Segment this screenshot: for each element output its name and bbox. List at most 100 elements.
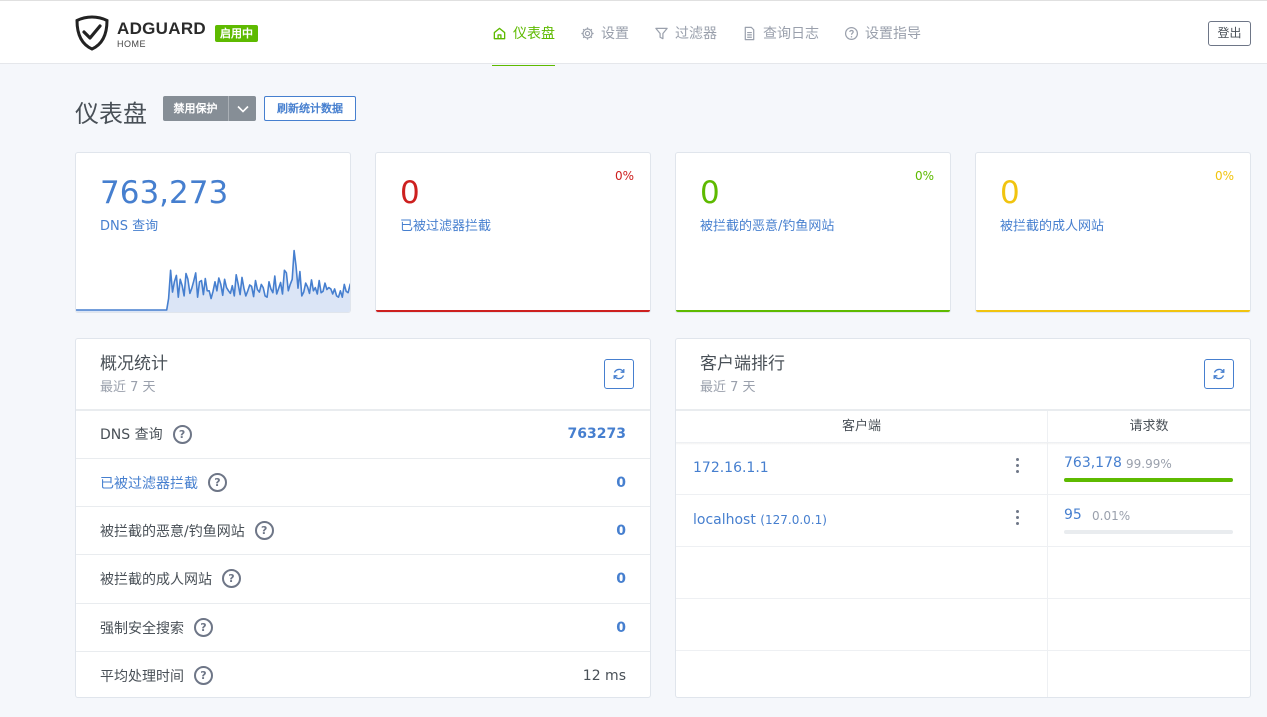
refresh-stats-button[interactable]: 刷新统计数据	[264, 96, 356, 121]
table-row-empty	[676, 546, 1250, 598]
table-row: localhost (127.0.0.1) 95 0.01%	[676, 494, 1250, 546]
row-value: 12 ms	[582, 667, 626, 684]
clients-table: 客户端 请求数 172.16.1.1 763,178 99.99% localh…	[676, 409, 1250, 697]
nav-query-log[interactable]: 查询日志	[742, 1, 819, 65]
client-name[interactable]: localhost (127.0.0.1)	[693, 512, 827, 528]
request-progress-bar	[1064, 478, 1233, 482]
request-count: 95	[1064, 507, 1082, 523]
nav-filters[interactable]: 过滤器	[654, 1, 717, 65]
row-label: 平均处理时间?	[100, 666, 583, 686]
column-header-requests[interactable]: 请求数	[1048, 411, 1250, 442]
more-options-icon[interactable]	[1016, 458, 1020, 476]
table-row-empty	[676, 598, 1250, 650]
help-icon[interactable]: ?	[254, 521, 274, 540]
stat-label: 被拦截的成人网站	[1000, 219, 1105, 234]
panel-title: 概况统计	[100, 354, 168, 374]
row-value: 0	[616, 522, 626, 539]
main-nav: 仪表盘 设置 过滤器 查询日志 设置指导	[492, 1, 946, 66]
column-header-client[interactable]: 客户端	[676, 411, 1047, 442]
stat-card-blocked-by-filters: 0 0% 已被过滤器拦截	[375, 152, 651, 313]
top-header: ADGUARD HOME 启用中 仪表盘 设置 过滤器 查询日志 设置指导 登出	[0, 0, 1267, 66]
help-icon[interactable]: ?	[222, 569, 241, 588]
overview-row-filtered: 已被过滤器拦截? 0	[76, 458, 650, 506]
status-badge: 启用中	[215, 25, 258, 42]
stat-card-blocked-malware: 0 0% 被拦截的恶意/钓鱼网站	[675, 152, 951, 313]
row-value: 0	[616, 619, 626, 636]
chevron-down-icon	[236, 105, 249, 113]
row-label: 被拦截的成人网站?	[100, 569, 616, 589]
row-label[interactable]: 已被过滤器拦截?	[100, 473, 616, 493]
row-label-text: DNS 查询	[100, 427, 163, 443]
stat-card-dns-queries: 763,273 DNS 查询	[75, 152, 351, 313]
nav-query-log-label: 查询日志	[763, 26, 819, 42]
panel-subtitle: 最近 7 天	[100, 380, 156, 395]
gear-icon	[581, 26, 594, 40]
row-label: 强制安全搜索?	[100, 618, 616, 638]
nav-dashboard[interactable]: 仪表盘	[492, 1, 555, 66]
table-row: 172.16.1.1 763,178 99.99%	[676, 442, 1250, 494]
stat-value: 763,273	[100, 175, 229, 211]
panel-subtitle: 最近 7 天	[700, 380, 756, 395]
table-row-empty	[676, 650, 1250, 697]
stat-percent: 0%	[614, 169, 634, 183]
overview-row-avg-time: 平均处理时间? 12 ms	[76, 651, 650, 697]
adguard-shield-logo[interactable]	[74, 15, 110, 51]
nav-setup-guide[interactable]: 设置指导	[844, 1, 921, 65]
stat-card-blocked-adult: 0 0% 被拦截的成人网站	[975, 152, 1251, 313]
nav-settings[interactable]: 设置	[580, 1, 629, 65]
row-label-text: 被拦截的成人网站	[100, 571, 212, 588]
row-label: DNS 查询?	[100, 424, 568, 444]
row-value: 0	[616, 570, 626, 587]
brand-subtitle: HOME	[117, 39, 146, 49]
panel-title: 客户端排行	[700, 354, 785, 374]
stat-percent: 0%	[914, 169, 934, 183]
overview-row-adult: 被拦截的成人网站? 0	[76, 554, 650, 602]
sparkline-area	[76, 250, 350, 312]
request-percent: 0.01%	[1092, 509, 1131, 523]
request-progress-bar	[1064, 530, 1233, 534]
client-ip: (127.0.0.1)	[760, 513, 827, 527]
client-name[interactable]: 172.16.1.1	[693, 460, 769, 476]
stat-bar	[676, 310, 950, 312]
disable-protection-label: 禁用保护	[163, 96, 229, 121]
stat-label: DNS 查询	[100, 219, 159, 234]
row-label-text: 强制安全搜索	[100, 620, 184, 637]
row-value: 763273	[567, 426, 626, 442]
more-options-icon[interactable]	[1016, 510, 1020, 528]
disable-protection-button[interactable]: 禁用保护	[163, 96, 256, 121]
request-count: 763,178	[1064, 455, 1122, 471]
row-label-text: 被拦截的恶意/钓鱼网站	[100, 523, 245, 540]
refresh-button[interactable]	[604, 359, 634, 389]
overview-row-malware: 被拦截的恶意/钓鱼网站? 0	[76, 506, 650, 554]
nav-filters-label: 过滤器	[675, 26, 717, 42]
stat-value: 0	[700, 175, 720, 211]
stat-label: 已被过滤器拦截	[400, 219, 492, 234]
overview-panel: 概况统计 最近 7 天 DNS 查询? 763273 已被过滤器拦截? 0 被拦…	[75, 338, 651, 698]
help-icon[interactable]: ?	[172, 424, 192, 444]
document-icon	[744, 26, 755, 40]
help-icon[interactable]: ?	[194, 618, 213, 637]
refresh-button[interactable]	[1204, 359, 1234, 389]
overview-row-dns: DNS 查询? 763273	[76, 409, 650, 457]
row-label-text: 平均处理时间	[100, 668, 184, 685]
home-icon	[493, 27, 506, 39]
top-clients-panel: 客户端排行 最近 7 天 客户端 请求数 172.16.1.1 763,178 …	[675, 338, 1251, 698]
nav-settings-label: 设置	[601, 26, 629, 42]
stat-label: 被拦截的恶意/钓鱼网站	[700, 219, 835, 234]
help-icon[interactable]: ?	[194, 666, 213, 685]
filter-icon	[655, 27, 668, 39]
stat-percent: 0%	[1214, 169, 1234, 183]
help-icon[interactable]: ?	[208, 473, 227, 492]
client-host: localhost	[693, 512, 756, 528]
help-icon	[844, 26, 859, 40]
request-percent: 99.99%	[1126, 457, 1172, 471]
row-label-text: 已被过滤器拦截	[100, 475, 198, 492]
refresh-icon	[613, 368, 625, 380]
stat-bar	[976, 310, 1250, 312]
logout-button[interactable]: 登出	[1208, 21, 1251, 46]
row-value: 0	[616, 474, 626, 491]
refresh-icon	[1213, 368, 1225, 380]
page-title: 仪表盘	[75, 100, 147, 128]
stat-value: 0	[400, 175, 420, 211]
dropdown-toggle[interactable]	[229, 96, 256, 121]
